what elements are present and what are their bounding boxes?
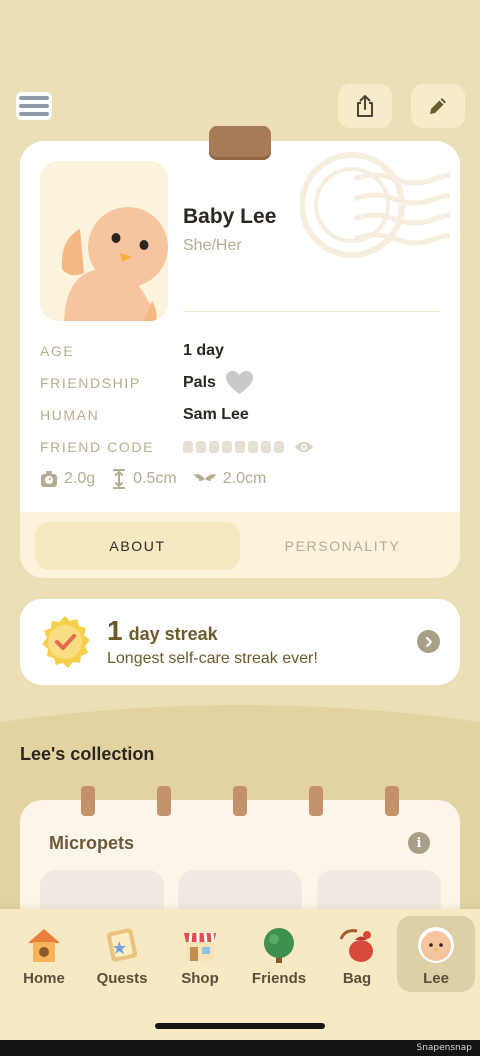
heart-icon [225, 371, 253, 394]
weight-value: 2.0g [64, 470, 96, 487]
nav-quests[interactable]: Quests [83, 916, 161, 992]
human-label: HUMAN [40, 407, 100, 423]
share-icon [357, 95, 373, 117]
age-value: 1 day [183, 342, 224, 359]
human-value: Sam Lee [183, 406, 249, 423]
nav-quests-label: Quests [96, 970, 148, 987]
wings-icon [192, 474, 217, 481]
pet-pronouns: She/Her [183, 237, 242, 254]
quest-scroll-icon [106, 928, 138, 962]
shop-icon [184, 932, 216, 961]
friend-code-label: FRIEND CODE [40, 439, 155, 455]
height-stat: 0.5cm [111, 469, 177, 489]
menu-icon[interactable] [16, 92, 52, 120]
nav-lee-label: Lee [423, 970, 449, 987]
collection-title: Lee's collection [20, 744, 155, 764]
profile-card: Baby Lee She/Her AGE 1 day FRIENDSHIP Pa… [20, 141, 460, 578]
card-clip [209, 126, 271, 160]
nav-bag[interactable]: Bag [318, 916, 396, 992]
height-value: 0.5cm [133, 470, 177, 487]
bottom-nav: Home Quests Shop Friends Bag Lee [0, 909, 480, 1040]
streak-badge-icon [42, 616, 90, 668]
bird-face-icon [418, 927, 454, 963]
streak-count: 1 [107, 615, 123, 646]
streak-headline: 1 day streak [107, 615, 218, 647]
weight-stat: 2.0g [40, 470, 95, 488]
nav-friends[interactable]: Friends [240, 916, 318, 992]
share-button[interactable] [338, 84, 392, 128]
pencil-icon [430, 98, 446, 114]
micropets-title: Micropets [49, 833, 135, 853]
friendship-row: FRIENDSHIP Pals [40, 371, 253, 395]
friend-code-hidden [183, 441, 284, 453]
friend-code-row: FRIEND CODE [40, 435, 314, 459]
age-label: AGE [40, 343, 75, 359]
divider [183, 311, 440, 312]
nav-shop[interactable]: Shop [161, 916, 239, 992]
friendship-value: Pals [183, 374, 216, 391]
scale-icon [41, 471, 57, 487]
human-row: HUMAN Sam Lee [40, 403, 249, 427]
pet-avatar[interactable] [40, 161, 168, 321]
postmark-stamp [300, 152, 450, 258]
streak-card[interactable]: 1 day streak Longest self-care streak ev… [20, 599, 460, 685]
nav-home-label: Home [23, 970, 65, 987]
bird-illustration [61, 207, 168, 321]
height-icon [113, 469, 126, 489]
streak-label: day streak [128, 624, 218, 644]
tab-about[interactable]: ABOUT [35, 522, 240, 570]
age-row: AGE 1 day [40, 339, 224, 363]
eye-icon[interactable] [294, 440, 314, 454]
size-stats: 2.0g 0.5cm 2.0cm [40, 469, 282, 489]
tab-personality[interactable]: PERSONALITY [240, 522, 445, 570]
birdhouse-icon [28, 929, 60, 962]
streak-subtitle: Longest self-care streak ever! [107, 650, 318, 667]
nav-lee[interactable]: Lee [397, 916, 475, 992]
home-indicator[interactable] [155, 1023, 325, 1029]
wingspan-value: 2.0cm [222, 470, 267, 487]
profile-screen: Baby Lee She/Her AGE 1 day FRIENDSHIP Pa… [0, 0, 480, 1056]
footer-strip [0, 1040, 480, 1056]
nav-bag-label: Bag [342, 970, 372, 987]
nav-friends-label: Friends [251, 970, 307, 987]
edit-button[interactable] [411, 84, 465, 128]
info-icon[interactable]: i [408, 832, 430, 854]
notebook-ring [157, 786, 171, 816]
friendship-label: FRIENDSHIP [40, 375, 141, 391]
wingspan-stat: 2.0cm [192, 470, 267, 488]
notebook-ring [309, 786, 323, 816]
nav-home[interactable]: Home [5, 916, 83, 992]
chevron-right-icon[interactable] [417, 630, 440, 653]
nav-shop-label: Shop [181, 970, 219, 987]
notebook-ring [385, 786, 399, 816]
notebook-ring [81, 786, 95, 816]
watermark: Snapensnap [416, 1043, 472, 1053]
notebook-ring [233, 786, 247, 816]
pet-name: Baby Lee [183, 205, 277, 228]
bag-icon [339, 929, 373, 962]
tree-icon [264, 928, 294, 963]
profile-tabs: ABOUT PERSONALITY [20, 512, 460, 578]
